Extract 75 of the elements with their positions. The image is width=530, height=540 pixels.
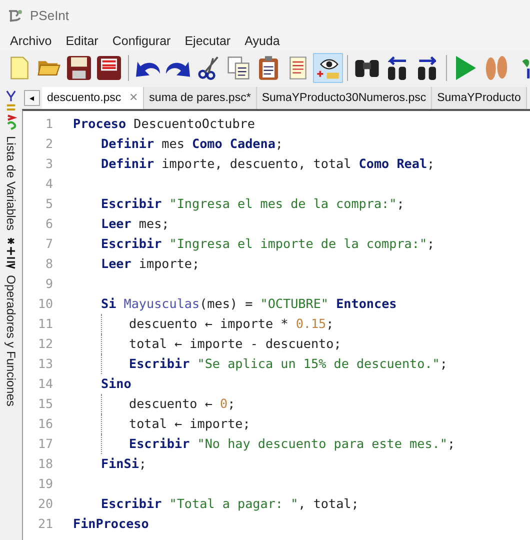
line-number: 5	[44, 194, 53, 213]
scissors-icon	[198, 56, 218, 80]
file-tab[interactable]: SumaYProducto	[432, 87, 527, 109]
line-number: 21	[36, 514, 53, 533]
side-panel-tab[interactable]: Lista de Variables	[2, 136, 20, 230]
clipboard-icon	[258, 56, 278, 80]
line-number: 18	[36, 454, 53, 473]
line-number: 7	[44, 234, 53, 253]
side-panel-tab[interactable]: Operadores y Funciones	[2, 274, 20, 406]
code-line: Proceso DescuentoOctubre	[73, 114, 255, 133]
undo-icon	[136, 60, 160, 76]
toolbar-button[interactable]	[64, 53, 94, 83]
toolbar-button[interactable]	[94, 53, 124, 83]
code-line: FinProceso	[73, 514, 149, 533]
menu-item[interactable]: Configurar	[105, 32, 178, 51]
code-line: total ← importe;	[129, 414, 250, 433]
line-number: 13	[36, 354, 53, 373]
code-line: Leer mes;	[101, 214, 170, 233]
file-tab[interactable]: SumaYProducto30Numeros.psc	[256, 87, 432, 109]
copy-icon	[226, 56, 250, 80]
menu-item[interactable]: Editar	[58, 32, 106, 51]
save-icon	[67, 56, 91, 80]
app-logo-icon	[6, 7, 24, 25]
binoculars-icon	[388, 56, 406, 80]
line-number: 6	[44, 214, 53, 233]
file-tab[interactable]: descuento.psc ✕	[42, 87, 144, 109]
line-number: 17	[36, 434, 53, 453]
code-line: Escribir "Ingresa el mes de la compra:";	[101, 194, 404, 213]
line-number: 16	[36, 414, 53, 433]
code-line: Escribir "Ingresa el importe de la compra:";	[101, 234, 435, 253]
code-line: Definir importe, descuento, total Como Real;	[101, 154, 435, 173]
code-line: Leer importe;	[101, 254, 200, 273]
menu-item[interactable]: Ejecutar	[178, 32, 238, 51]
binoculars-icon	[418, 56, 436, 80]
code-line: Definir mes Como Cadena;	[101, 134, 283, 153]
code-line: total ← importe - descuento;	[129, 334, 342, 353]
close-tab-icon[interactable]: ✕	[129, 88, 138, 108]
code-line: FinSi;	[101, 454, 147, 473]
variables-icon	[5, 90, 17, 130]
eye-icon	[316, 56, 340, 80]
document-lines-icon	[289, 56, 307, 80]
line-number: 9	[44, 274, 53, 293]
code-line: descuento ← importe * 0.15;	[129, 314, 334, 333]
redo-icon	[166, 60, 190, 76]
line-number: 12	[36, 334, 53, 353]
new-file-icon	[10, 56, 28, 80]
line-number: 15	[36, 394, 53, 413]
line-number: 8	[44, 254, 53, 273]
footprints-icon	[484, 56, 508, 80]
line-number: 3	[44, 154, 53, 173]
code-line: Escribir "Se aplica un 15% de descuento.";	[129, 354, 448, 373]
line-number: 4	[44, 174, 53, 193]
line-number: 11	[36, 314, 53, 333]
line-number: 2	[44, 134, 53, 153]
scroll-left-button[interactable]: ◂	[24, 90, 40, 106]
menu-item[interactable]: Ayuda	[238, 32, 287, 51]
menu-item[interactable]: Archivo	[3, 32, 59, 51]
binoculars-icon	[355, 60, 379, 76]
code-line: Escribir "No hay descuento para este mes.";	[129, 434, 456, 453]
file-tab[interactable]: suma de pares.psc*	[144, 87, 257, 109]
line-number: 19	[36, 474, 53, 493]
line-number: 1	[44, 114, 53, 133]
window-title: PSeInt	[30, 7, 70, 26]
operators-icon	[5, 236, 17, 268]
save-as-icon	[97, 56, 121, 80]
code-line: descuento ← 0;	[129, 394, 236, 413]
code-line: Si Mayusculas(mes) = "OCTUBRE" Entonces	[101, 294, 397, 313]
code-line: Escribir "Total a pagar: ", total;	[101, 494, 359, 513]
line-number: 20	[36, 494, 53, 513]
line-number: 10	[36, 294, 53, 313]
code-line: Sino	[101, 374, 132, 393]
open-folder-icon	[37, 60, 61, 76]
play-icon	[456, 56, 476, 80]
toolbar-button[interactable]	[313, 53, 343, 83]
line-number: 14	[36, 374, 53, 393]
